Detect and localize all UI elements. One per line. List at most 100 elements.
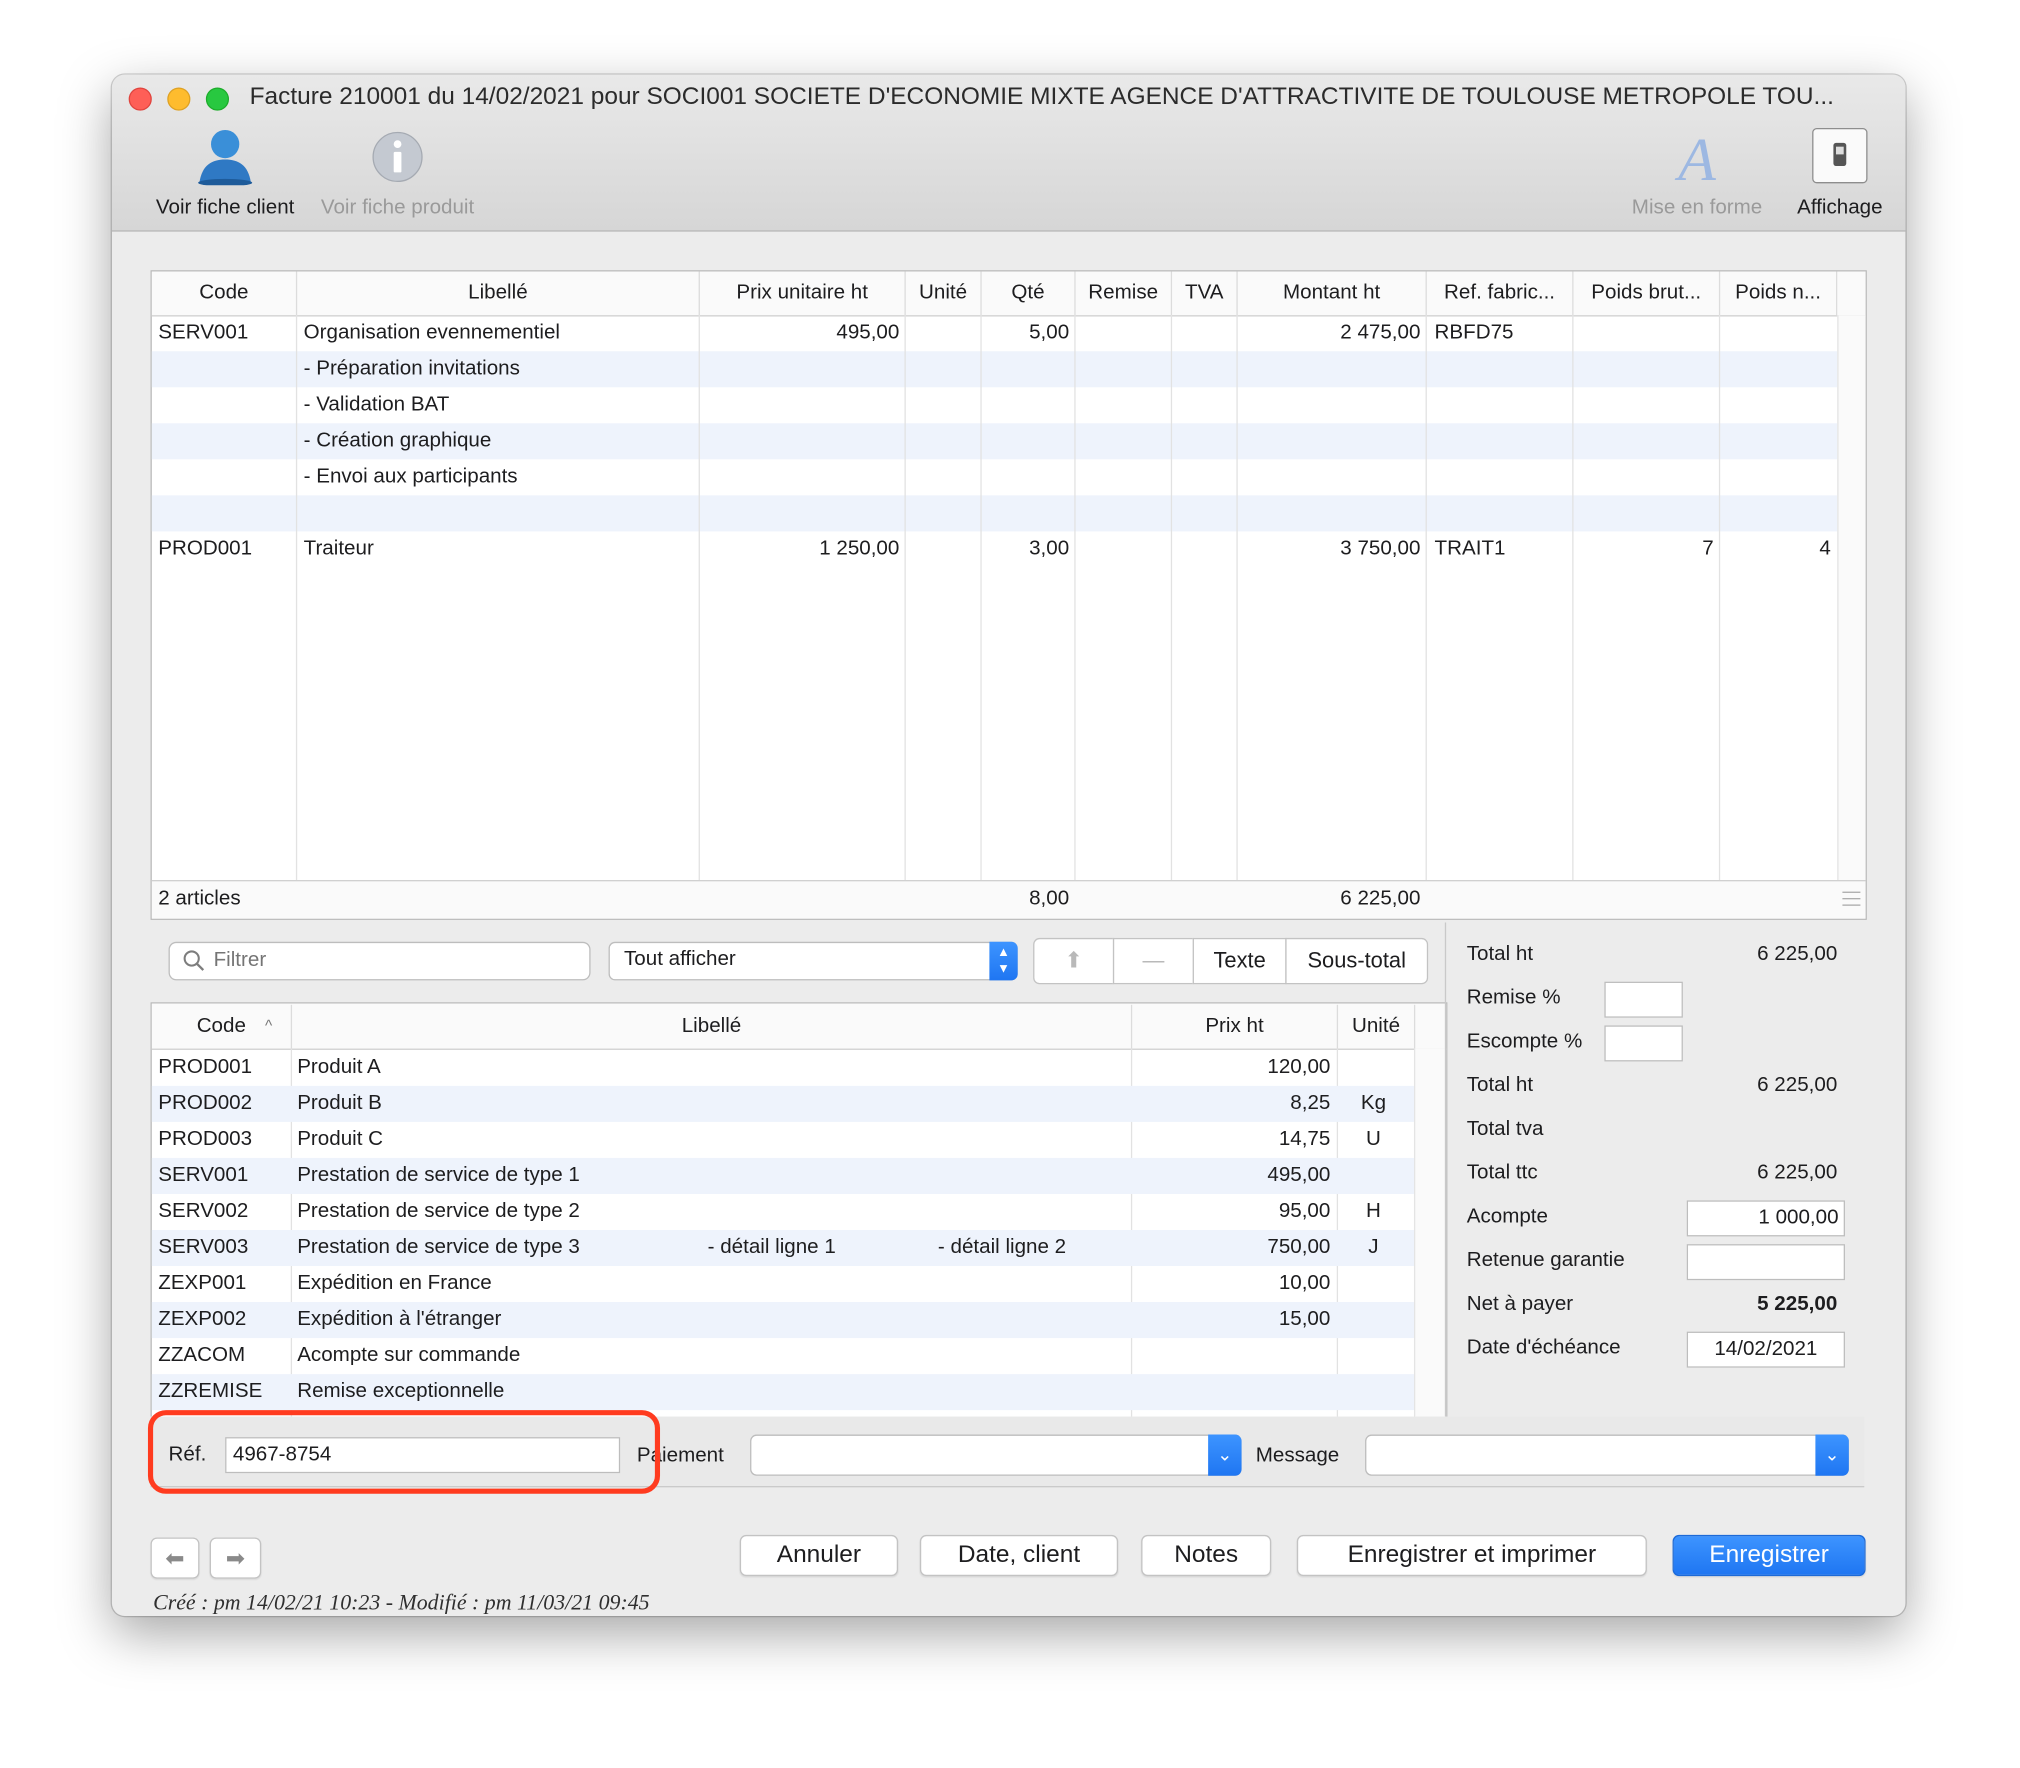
invoice-cell-label[interactable]: Traiteur bbox=[304, 531, 690, 567]
catalog-col-price[interactable]: Prix ht bbox=[1132, 1004, 1339, 1049]
col-ref-fabric[interactable]: Ref. fabric... bbox=[1427, 271, 1574, 316]
col-label[interactable]: Libellé bbox=[297, 271, 700, 316]
minimize-window-button[interactable] bbox=[167, 87, 191, 111]
catalog-cell-unit[interactable]: J bbox=[1338, 1230, 1409, 1266]
col-net-weight[interactable]: Poids n... bbox=[1720, 271, 1838, 316]
view-product-button[interactable]: Voir fiche produit bbox=[305, 126, 490, 220]
catalog-cell-code[interactable]: PROD001 bbox=[158, 1050, 287, 1086]
catalog-cell-price[interactable]: 120,00 bbox=[1132, 1050, 1330, 1086]
invoice-scrollbar[interactable] bbox=[1837, 315, 1866, 881]
col-amount[interactable]: Montant ht bbox=[1238, 271, 1427, 316]
col-gross-weight[interactable]: Poids brut... bbox=[1574, 271, 1721, 316]
invoice-cell-ref[interactable]: RBFD75 bbox=[1435, 315, 1564, 351]
previous-button[interactable]: ⬅ bbox=[150, 1537, 200, 1579]
invoice-cell-label[interactable]: - Création graphique bbox=[304, 423, 690, 459]
invoice-cell-qty[interactable]: 5,00 bbox=[982, 315, 1069, 351]
col-tva[interactable]: TVA bbox=[1172, 271, 1238, 316]
catalog-cell-price[interactable]: 495,00 bbox=[1132, 1158, 1330, 1194]
cancel-button[interactable]: Annuler bbox=[739, 1534, 899, 1577]
catalog-col-unit[interactable]: Unité bbox=[1338, 1004, 1416, 1049]
catalog-cell-price[interactable]: 95,00 bbox=[1132, 1194, 1331, 1230]
remove-line-button[interactable]: — bbox=[1112, 937, 1194, 985]
acompte-field[interactable]: 1 000,00 bbox=[1686, 1200, 1845, 1237]
catalog-cell-code[interactable]: SERV003 bbox=[158, 1230, 287, 1266]
invoice-cell-price[interactable]: 495,00 bbox=[700, 315, 899, 351]
catalog-cell-code[interactable]: SERV001 bbox=[158, 1158, 287, 1194]
message-select[interactable]: ⌄ bbox=[1365, 1434, 1849, 1476]
invoice-cell-qty[interactable]: 3,00 bbox=[982, 531, 1069, 567]
invoice-cell-amount[interactable]: 3 750,00 bbox=[1238, 531, 1420, 567]
col-code[interactable]: Code bbox=[152, 271, 298, 316]
catalog-scrollbar[interactable] bbox=[1413, 1048, 1447, 1418]
text-line-button[interactable]: Texte bbox=[1192, 937, 1287, 985]
catalog-cell-unit[interactable]: U bbox=[1338, 1122, 1409, 1158]
catalog-cell-code[interactable]: ZEXP002 bbox=[158, 1302, 287, 1338]
catalog-col-label[interactable]: Libellé bbox=[292, 1004, 1133, 1049]
catalog-cell-price[interactable]: 8,25 bbox=[1132, 1086, 1330, 1122]
invoice-cell-price[interactable]: 1 250,00 bbox=[700, 531, 899, 567]
catalog-cell-price[interactable]: 750,00 bbox=[1132, 1230, 1330, 1266]
due-date-field[interactable]: 14/02/2021 bbox=[1686, 1331, 1845, 1368]
catalog-cell-code[interactable]: ZEXP001 bbox=[158, 1266, 287, 1302]
subtotal-button[interactable]: Sous-total bbox=[1285, 937, 1429, 985]
catalog-cell-label[interactable]: Prestation de service de type 2 bbox=[297, 1194, 683, 1230]
close-window-button[interactable] bbox=[128, 87, 152, 111]
catalog-cell-label[interactable]: Produit A bbox=[297, 1050, 683, 1086]
catalog-cell-label[interactable]: Expédition en France bbox=[297, 1266, 683, 1302]
invoice-cell-label[interactable]: Organisation evennementiel bbox=[304, 315, 690, 351]
catalog-cell-d2[interactable]: - détail ligne 2 bbox=[938, 1230, 1128, 1266]
catalog-cell-unit[interactable]: Kg bbox=[1338, 1086, 1409, 1122]
catalog-cell-code[interactable]: PROD002 bbox=[158, 1086, 287, 1122]
catalog-cell-price[interactable]: 14,75 bbox=[1132, 1122, 1331, 1158]
retenue-field[interactable] bbox=[1686, 1244, 1845, 1281]
move-up-button[interactable]: ⬆ bbox=[1033, 937, 1115, 985]
product-catalog-table: Code ^ Libellé Prix ht Unité PROD001 Prod… bbox=[150, 1002, 1448, 1420]
col-discount[interactable]: Remise bbox=[1076, 271, 1173, 316]
invoice-cell-label[interactable]: - Validation BAT bbox=[304, 387, 690, 423]
invoice-footer: 2 articles 8,00 6 225,00 bbox=[151, 880, 1866, 919]
save-button[interactable]: Enregistrer bbox=[1672, 1534, 1866, 1577]
invoice-cell-label[interactable]: - Envoi aux participants bbox=[304, 459, 690, 495]
catalog-cell-d1[interactable]: - détail ligne 1 bbox=[708, 1230, 927, 1266]
catalog-cell-label[interactable]: Remise exceptionnelle bbox=[297, 1374, 683, 1410]
catalog-cell-price[interactable]: 15,00 bbox=[1132, 1302, 1331, 1338]
catalog-cell-label[interactable]: Acompte sur commande bbox=[297, 1338, 683, 1374]
catalog-cell-label[interactable]: Produit C bbox=[297, 1122, 683, 1158]
date-client-button[interactable]: Date, client bbox=[919, 1534, 1119, 1577]
col-qty[interactable]: Qté bbox=[982, 271, 1076, 316]
catalog-cell-code[interactable]: SERV002 bbox=[158, 1194, 287, 1230]
catalog-cell-label[interactable]: Expédition à l'étranger bbox=[297, 1302, 683, 1338]
catalog-cell-code[interactable]: ZZREMISE bbox=[158, 1374, 287, 1410]
invoice-cell-net[interactable]: 4 bbox=[1720, 531, 1830, 567]
zoom-window-button[interactable] bbox=[205, 87, 230, 111]
filter-search-field[interactable] bbox=[168, 941, 591, 981]
invoice-cell-gross[interactable]: 7 bbox=[1574, 531, 1713, 567]
invoice-cell-code[interactable]: PROD001 bbox=[158, 531, 293, 567]
notes-button[interactable]: Notes bbox=[1141, 1534, 1272, 1577]
escompte-field[interactable] bbox=[1604, 1025, 1683, 1062]
catalog-cell-price[interactable]: 10,00 bbox=[1132, 1266, 1331, 1302]
show-filter-select[interactable]: Tout afficher ▲ ▼ bbox=[608, 941, 1018, 981]
next-button[interactable]: ➡ bbox=[209, 1537, 262, 1579]
col-unit-price[interactable]: Prix unitaire ht bbox=[700, 271, 906, 316]
invoice-header: Code Libellé Prix unitaire ht Unité Qté … bbox=[151, 271, 1866, 317]
remise-field[interactable] bbox=[1604, 981, 1683, 1018]
save-print-button[interactable]: Enregistrer et imprimer bbox=[1296, 1534, 1647, 1577]
catalog-cell-code[interactable]: ZZACOM bbox=[158, 1338, 287, 1374]
catalog-cell-label[interactable]: Produit B bbox=[297, 1086, 683, 1122]
invoice-cell-amount[interactable]: 2 475,00 bbox=[1238, 315, 1420, 351]
catalog-cell-label[interactable]: Prestation de service de type 1 bbox=[297, 1158, 683, 1194]
catalog-cell-code[interactable]: PROD003 bbox=[158, 1122, 287, 1158]
invoice-cell-ref[interactable]: TRAIT1 bbox=[1435, 531, 1564, 567]
invoice-cell-label[interactable]: - Préparation invitations bbox=[304, 351, 690, 387]
catalog-cell-label[interactable]: Prestation de service de type 3 bbox=[297, 1230, 683, 1266]
filter-input[interactable] bbox=[211, 946, 577, 976]
resize-handle-icon[interactable] bbox=[1842, 891, 1861, 907]
catalog-cell-unit[interactable]: H bbox=[1338, 1194, 1409, 1230]
view-client-button[interactable]: Voir fiche client bbox=[127, 126, 323, 220]
display-button[interactable]: Affichage bbox=[1782, 126, 1898, 220]
invoice-cell-code[interactable]: SERV001 bbox=[158, 315, 293, 351]
format-button[interactable]: A Mise en forme bbox=[1620, 126, 1774, 220]
col-unit[interactable]: Unité bbox=[906, 271, 982, 316]
payment-select[interactable]: ⌄ bbox=[750, 1434, 1242, 1476]
